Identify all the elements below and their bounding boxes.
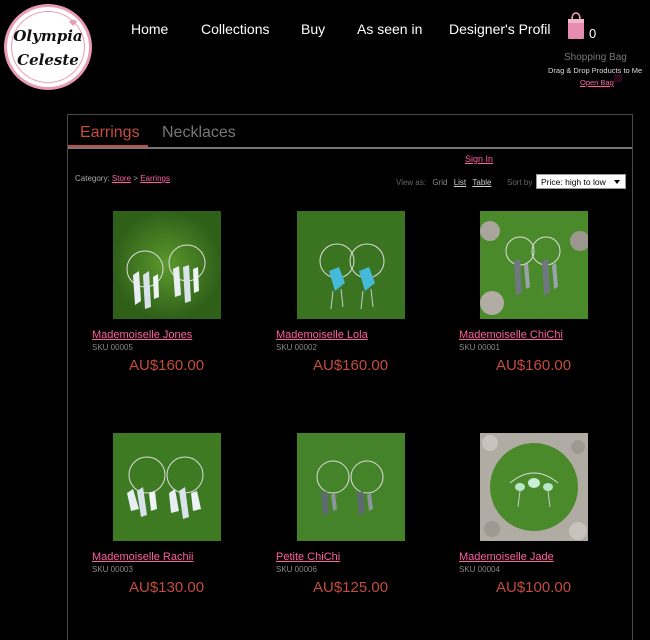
view-as-control: View as: Grid List Table — [396, 178, 492, 187]
product-price: AU$160.00 — [129, 357, 205, 374]
product-image[interactable] — [480, 433, 588, 541]
nav-collections[interactable]: Collections — [201, 21, 269, 37]
bag-item-count: 0 — [589, 26, 597, 41]
nav-home[interactable]: Home — [131, 21, 168, 37]
breadcrumb-store-link[interactable]: Store — [112, 174, 131, 183]
logo-text-line1: Olympia — [13, 27, 83, 45]
product-name-link[interactable]: Mademoiselle Rachii — [92, 551, 194, 563]
catalog-panel: Earrings Necklaces Sign In Category: Sto… — [67, 114, 633, 640]
nav-designers-profile[interactable]: Designer's Profil — [449, 21, 551, 37]
brand-logo[interactable]: Olympia Celeste — [4, 4, 92, 90]
product-name-link[interactable]: Mademoiselle Lola — [276, 329, 368, 341]
category-tabs: Earrings Necklaces — [68, 115, 632, 149]
view-as-label: View as: — [396, 178, 427, 187]
sort-select[interactable]: Price: high to low — [536, 174, 626, 189]
bag-drop-target — [614, 74, 622, 82]
product-price: AU$130.00 — [129, 579, 205, 596]
logo-text-line2: Celeste — [17, 51, 79, 69]
tab-necklaces[interactable]: Necklaces — [162, 124, 236, 142]
category-label: Category: — [75, 174, 110, 183]
product-price: AU$160.00 — [496, 357, 572, 374]
product-name-link[interactable]: Mademoiselle ChiChi — [459, 329, 563, 341]
product-name-link[interactable]: Mademoiselle Jade — [459, 551, 554, 563]
view-table-option[interactable]: Table — [472, 178, 491, 187]
product-sku: SKU 00002 — [276, 343, 317, 352]
view-list-option[interactable]: List — [454, 178, 466, 187]
view-grid-option[interactable]: Grid — [432, 178, 447, 187]
product-image[interactable] — [113, 433, 221, 541]
shopping-bag-icon[interactable] — [566, 10, 586, 40]
bag-title: Shopping Bag — [564, 52, 627, 63]
product-price: AU$100.00 — [496, 579, 572, 596]
product-image[interactable] — [113, 211, 221, 319]
product-image[interactable] — [480, 211, 588, 319]
product-sku: SKU 00005 — [92, 343, 133, 352]
open-bag-link[interactable]: Open Bag — [580, 78, 614, 87]
tab-earrings[interactable]: Earrings — [80, 124, 140, 142]
breadcrumb-separator: > — [133, 174, 138, 183]
breadcrumb: Category: Store > Earrings — [75, 174, 170, 183]
sort-by-label: Sort by — [507, 178, 533, 187]
product-price: AU$160.00 — [313, 357, 389, 374]
product-sku: SKU 00004 — [459, 565, 500, 574]
product-sku: SKU 00001 — [459, 343, 500, 352]
product-image[interactable] — [297, 433, 405, 541]
product-sku: SKU 00003 — [92, 565, 133, 574]
product-price: AU$125.00 — [313, 579, 389, 596]
breadcrumb-earrings-link[interactable]: Earrings — [140, 174, 170, 183]
product-name-link[interactable]: Petite ChiChi — [276, 551, 340, 563]
product-sku: SKU 00006 — [276, 565, 317, 574]
active-tab-indicator — [68, 145, 148, 147]
sign-in-link[interactable]: Sign In — [465, 154, 493, 164]
chevron-down-icon — [614, 180, 620, 184]
product-name-link[interactable]: Mademoiselle Jones — [92, 329, 192, 341]
bag-drop-hint: Drag & Drop Products to Me — [548, 66, 643, 75]
nav-as-seen-in[interactable]: As seen in — [357, 21, 422, 37]
sort-selected-value: Price: high to low — [541, 177, 606, 187]
product-image[interactable] — [297, 211, 405, 319]
nav-buy[interactable]: Buy — [301, 21, 325, 37]
